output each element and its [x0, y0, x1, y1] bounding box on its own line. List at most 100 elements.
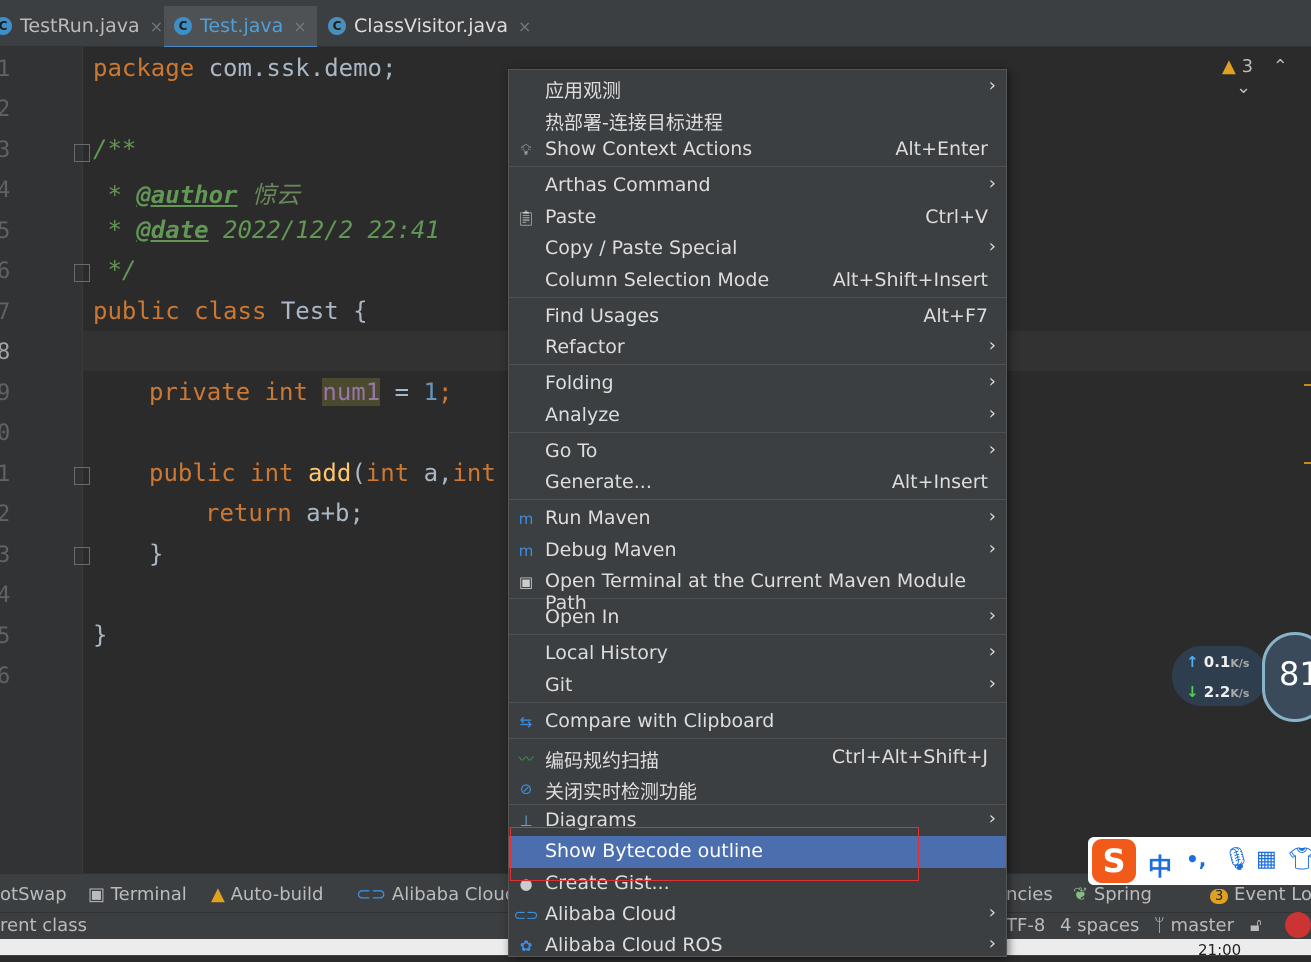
- line-number: 0: [0, 421, 11, 446]
- scan-icon: 〰: [518, 749, 534, 768]
- java-class-icon: C: [0, 17, 12, 35]
- tab-label: ClassVisitor.java: [354, 15, 509, 37]
- java-class-icon: C: [328, 17, 346, 35]
- toolwindow-spring[interactable]: ❦ Spring: [1073, 884, 1152, 905]
- maven-debug-icon: m: [518, 542, 534, 560]
- git-branch[interactable]: ᛘ master: [1154, 915, 1234, 936]
- menu-item-open-in[interactable]: Open In ›: [509, 602, 1006, 634]
- skin-icon[interactable]: 👕︎: [1288, 847, 1311, 872]
- menu-item-show-context-actions[interactable]: 💡︎ Show Context Actions Alt+Enter: [509, 134, 1006, 166]
- tab-testrun[interactable]: C TestRun.java ×: [0, 6, 163, 46]
- menu-item-refactor[interactable]: Refactor ›: [509, 332, 1006, 364]
- menu-item-label: Column Selection Mode: [545, 269, 770, 291]
- menu-item-open-terminal-at-the-current-maven-module-path[interactable]: ▣ Open Terminal at the Current Maven Modu…: [509, 566, 1006, 614]
- chevron-up-icon[interactable]: ⌃: [1273, 56, 1288, 77]
- menu-item[interactable]: 应用观测 ›: [509, 72, 1006, 104]
- fold-icon[interactable]: [74, 547, 90, 565]
- code-line: public int add(int a,int b: [149, 459, 525, 487]
- chevron-down-icon[interactable]: ⌄: [1236, 77, 1251, 98]
- menu-item-go-to[interactable]: Go To ›: [509, 436, 1006, 468]
- ime-toolbar[interactable]: S 中 •, 🎙︎ ▦ 👕︎: [1088, 837, 1311, 885]
- menu-separator: [509, 297, 1006, 298]
- menu-item-label: Alibaba Cloud: [545, 903, 677, 925]
- menu-item-alibaba-cloud[interactable]: ⊂⊃ Alibaba Cloud ›: [509, 899, 1006, 931]
- file-encoding[interactable]: TF-8: [1006, 915, 1045, 936]
- toolwindow-autobuild[interactable]: ▲ Auto-build: [211, 884, 323, 905]
- menu-item-local-history[interactable]: Local History ›: [509, 638, 1006, 670]
- network-speed-widget[interactable]: ↑ 0.1K/s ↓ 2.2K/s: [1172, 646, 1267, 706]
- menu-item-label: Compare with Clipboard: [545, 710, 775, 732]
- keyboard-icon[interactable]: ▦: [1256, 847, 1277, 872]
- menu-item[interactable]: ⊘ 关闭实时检测功能: [509, 773, 1006, 805]
- menu-item-copy-paste-special[interactable]: Copy / Paste Special ›: [509, 233, 1006, 265]
- menu-item-label: Open In: [545, 606, 620, 628]
- menu-item-label: Folding: [545, 372, 614, 394]
- menu-item-paste[interactable]: 📋︎ Paste Ctrl+V: [509, 202, 1006, 234]
- inspection-widget[interactable]: ▲ 3 ⌃ ⌄: [1222, 56, 1311, 98]
- warning-count: 3: [1241, 56, 1254, 77]
- tab-test[interactable]: C Test.java ×: [164, 6, 317, 49]
- status-message: rent class: [0, 915, 87, 936]
- menu-item-column-selection-mode[interactable]: Column Selection Mode Alt+Shift+Insert: [509, 265, 1006, 297]
- menu-item-generate[interactable]: Generate... Alt+Insert: [509, 467, 1006, 499]
- menu-item-label: Alibaba Cloud ROS: [545, 934, 723, 956]
- toolwindow-event-log[interactable]: 3 Event Log: [1210, 884, 1311, 905]
- up-arrow-icon: ↑: [1186, 653, 1204, 671]
- menu-item-find-usages[interactable]: Find Usages Alt+F7: [509, 301, 1006, 333]
- close-icon[interactable]: ×: [518, 17, 531, 36]
- editor-tab-bar: C TestRun.java × C Test.java × C ClassVi…: [0, 0, 1311, 49]
- chevron-right-icon: ›: [988, 403, 996, 424]
- error-indicator-icon[interactable]: [1285, 912, 1311, 938]
- menu-item-label: Show Context Actions: [545, 138, 753, 160]
- menu-item-folding[interactable]: Folding ›: [509, 368, 1006, 400]
- menu-item-analyze[interactable]: Analyze ›: [509, 400, 1006, 432]
- toolwindow-terminal[interactable]: ▣ Terminal: [88, 884, 187, 905]
- menu-separator: [509, 738, 1006, 739]
- error-stripe-mark[interactable]: [1304, 462, 1311, 464]
- menu-item[interactable]: 热部署-连接目标进程: [509, 104, 1006, 136]
- line-gutter: 1 2 3 4 5 6 7 8 9 0 1 2 3 4 5 6: [0, 47, 90, 873]
- menu-item[interactable]: 〰编码规约扫描 Ctrl+Alt+Shift+J: [509, 742, 1006, 774]
- menu-item-run-maven[interactable]: m Run Maven ›: [509, 503, 1006, 535]
- code-line: private int num1 = 1;: [149, 378, 453, 406]
- sogou-logo-icon: S: [1092, 839, 1136, 883]
- warning-icon: ▲: [211, 884, 231, 905]
- chevron-right-icon: ›: [988, 335, 996, 356]
- line-number: 1: [0, 57, 11, 82]
- code-line: }: [149, 540, 164, 568]
- menu-item-shortcut: Alt+Insert: [891, 471, 988, 493]
- spring-icon: ❦: [1073, 884, 1094, 905]
- menu-item-debug-maven[interactable]: m Debug Maven ›: [509, 535, 1006, 567]
- code-line: public class Test {: [93, 297, 368, 325]
- indent-setting[interactable]: 4 spaces: [1060, 915, 1139, 936]
- menu-item-compare-with-clipboard[interactable]: ⇆ Compare with Clipboard: [509, 706, 1006, 738]
- bulb-icon: 💡︎: [520, 141, 532, 159]
- toolwindow-hotswap[interactable]: otSwap: [0, 884, 67, 905]
- chevron-right-icon: ›: [988, 673, 996, 694]
- close-icon[interactable]: ×: [150, 17, 163, 36]
- memory-gauge[interactable]: 81: [1262, 632, 1311, 722]
- fold-icon[interactable]: [74, 144, 90, 162]
- fold-icon[interactable]: [74, 467, 90, 485]
- menu-separator: [509, 499, 1006, 500]
- error-stripe-mark[interactable]: [1304, 384, 1311, 386]
- menu-item-git[interactable]: Git ›: [509, 670, 1006, 702]
- menu-item-shortcut: Alt+F7: [923, 305, 988, 327]
- tab-label: TestRun.java: [20, 15, 140, 37]
- menu-item-label: 应用观测: [545, 80, 622, 102]
- lock-icon[interactable]: 🔓︎: [1250, 915, 1262, 936]
- tab-classvisitor[interactable]: C ClassVisitor.java ×: [328, 6, 531, 46]
- chevron-right-icon: ›: [988, 538, 996, 559]
- tab-label: Test.java: [200, 15, 284, 37]
- menu-item-label: Run Maven: [545, 507, 651, 529]
- toolwindow-dependencies[interactable]: ncies: [1006, 884, 1053, 905]
- fold-icon[interactable]: [74, 264, 90, 282]
- chevron-right-icon: ›: [988, 371, 996, 392]
- chevron-right-icon: ›: [988, 173, 996, 194]
- close-icon[interactable]: ×: [293, 17, 306, 36]
- menu-item-arthas-command[interactable]: Arthas Command ›: [509, 170, 1006, 202]
- menu-item-alibaba-cloud-ros[interactable]: ✿ Alibaba Cloud ROS ›: [509, 930, 1006, 962]
- microphone-icon[interactable]: 🎙︎: [1223, 847, 1251, 872]
- ime-punct[interactable]: •,: [1186, 847, 1206, 871]
- ime-mode[interactable]: 中: [1148, 847, 1172, 882]
